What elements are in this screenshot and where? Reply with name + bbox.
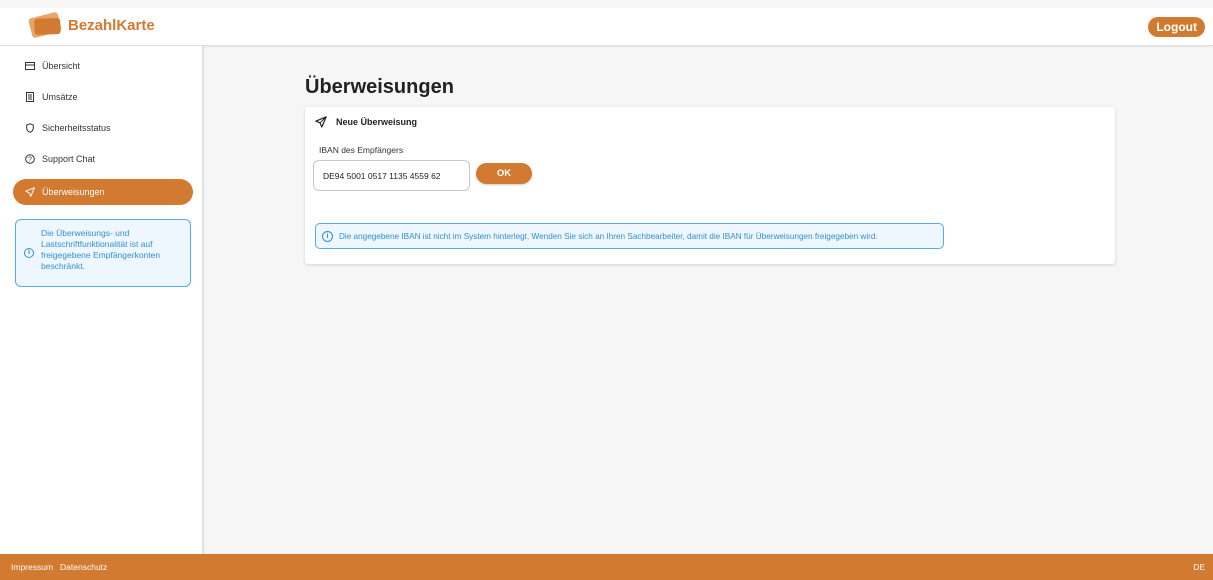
help-icon: ?: [25, 154, 35, 164]
card-logo-icon: [28, 11, 62, 39]
datenschutz-link[interactable]: Datenschutz: [60, 562, 107, 572]
card-title: Neue Überweisung: [336, 117, 418, 127]
logout-button[interactable]: Logout: [1148, 17, 1205, 37]
info-icon: i: [322, 230, 333, 242]
card-icon: [25, 61, 35, 71]
sidebar-item-label: Sicherheitsstatus: [42, 123, 111, 133]
iban-error-alert: i Die angegebene IBAN ist nicht im Syste…: [315, 223, 944, 249]
sidebar-item-sicherheitsstatus[interactable]: Sicherheitsstatus: [13, 115, 193, 141]
ok-button[interactable]: OK: [476, 163, 532, 184]
svg-text:?: ?: [28, 157, 32, 164]
send-icon: [25, 187, 35, 197]
sidebar: Übersicht Umsätze Sicherheitsstatus ? Su…: [0, 46, 204, 554]
sidebar-item-ueberweisungen[interactable]: Überweisungen: [13, 179, 193, 205]
transfer-card: Neue Überweisung IBAN des Empfängers OK …: [305, 107, 1115, 264]
sidebar-item-label: Support Chat: [42, 154, 96, 164]
sidebar-item-label: Übersicht: [42, 61, 81, 71]
sidebar-info-text: Die Überweisungs- und Lastschriftfunktio…: [41, 228, 161, 271]
brand-logo[interactable]: BezahlKarte: [28, 11, 155, 39]
sidebar-item-label: Umsätze: [42, 92, 78, 102]
brand-name: BezahlKarte: [68, 16, 155, 34]
card-header: Neue Überweisung: [315, 116, 417, 128]
info-icon: i: [24, 248, 34, 258]
impressum-link[interactable]: Impressum: [11, 562, 53, 572]
sidebar-item-uebersicht[interactable]: Übersicht: [13, 53, 193, 79]
sidebar-item-umsaetze[interactable]: Umsätze: [13, 84, 193, 110]
page-title: Überweisungen: [305, 76, 454, 98]
alert-text: Die angegebene IBAN ist nicht im System …: [339, 231, 878, 241]
sidebar-info-box: i Die Überweisungs- und Lastschriftfunkt…: [15, 219, 191, 287]
shield-icon: [25, 123, 35, 133]
receipt-icon: [25, 92, 35, 102]
sidebar-item-support-chat[interactable]: ? Support Chat: [13, 146, 193, 172]
send-icon: [315, 116, 327, 128]
iban-input[interactable]: [313, 160, 470, 191]
app-header: BezahlKarte Logout: [0, 8, 1213, 46]
language-selector[interactable]: DE: [1193, 562, 1205, 572]
iban-label: IBAN des Empfängers: [319, 145, 404, 155]
app-footer: Impressum Datenschutz DE: [0, 554, 1213, 580]
sidebar-item-label: Überweisungen: [42, 187, 105, 197]
